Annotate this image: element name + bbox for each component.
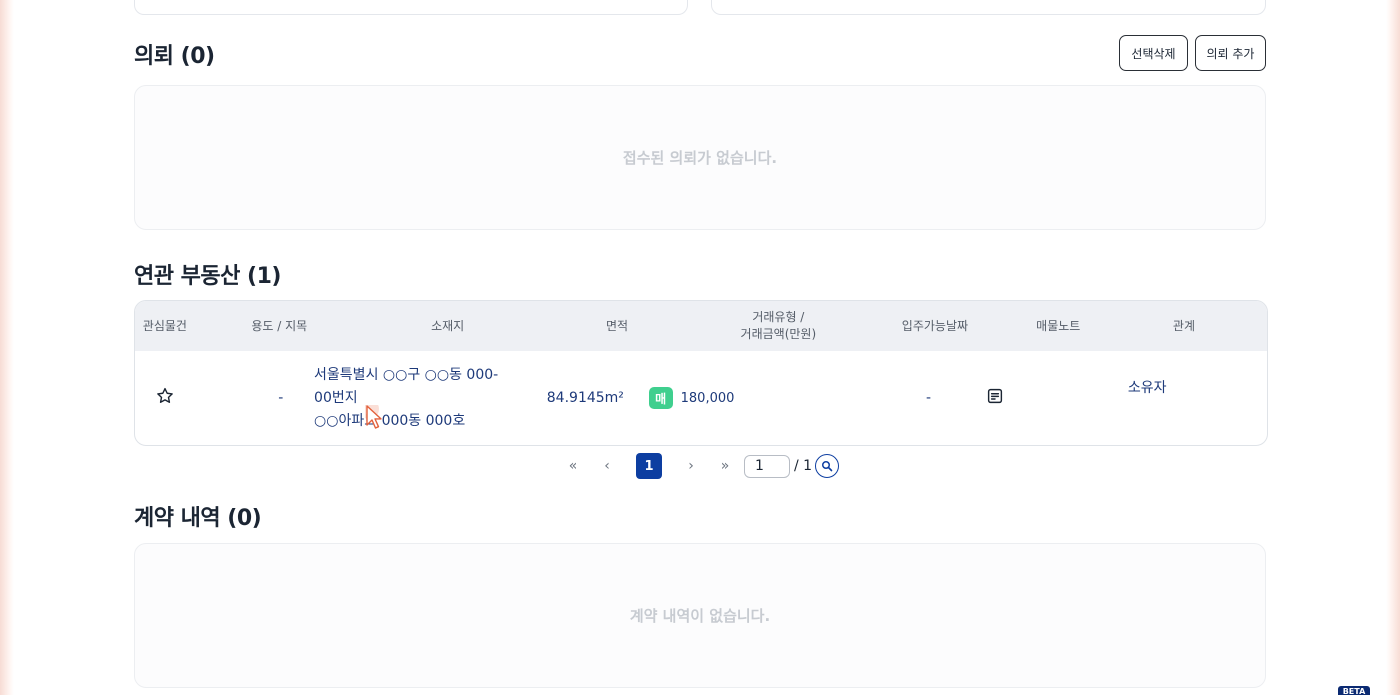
col-favorite: 관심물건 [142,318,187,333]
beta-badge: BETA [1338,686,1370,695]
first-page-button[interactable]: « [560,453,586,479]
search-icon[interactable] [815,454,840,478]
delete-selected-button[interactable]: 선택삭제 [1119,35,1188,71]
usage-cell: - [278,390,284,406]
contracts-empty-message: 계약 내역이 없습니다. [629,607,771,625]
address-line-1[interactable]: 서울특별시 ○○구 ○○동 000- [314,364,522,387]
page-total: / 1 [794,458,813,474]
address-line-3[interactable]: ○○아파트 000동 000호 [314,410,522,433]
page-number-input[interactable] [744,454,790,478]
top-card-right [711,0,1266,15]
col-note: 매물노트 [1036,318,1081,333]
table-header: 관심물건 용도 / 지목 소재지 면적 거래유형 / 거래금액(만원) 입주가능… [135,301,1267,351]
requests-title: 의뢰 (0) [134,44,215,69]
sale-type-badge: 매 [648,387,673,409]
trade-cell: 매 180,000 [648,387,848,409]
trade-price: 180,000 [680,390,735,406]
col-move-in: 입주가능날짜 [901,318,969,333]
page-edge-left [0,0,14,695]
related-properties-table: 관심물건 용도 / 지목 소재지 면적 거래유형 / 거래금액(만원) 입주가능… [134,300,1268,446]
contracts-title: 계약 내역 (0) [134,506,262,531]
contracts-empty-box: 계약 내역이 없습니다. [134,543,1266,688]
requests-empty-box: 접수된 의뢰가 없습니다. [134,85,1266,230]
col-usage: 용도 / 지목 [251,318,308,333]
pagination: « ‹ 1 › » / 1 [560,453,840,479]
col-location: 소재지 [431,318,465,333]
note-icon[interactable] [986,387,1004,405]
col-trade-line2: 거래금액(만원) [740,327,817,341]
last-page-button[interactable]: » [712,453,738,479]
top-card-left [134,0,688,15]
favorite-cell [135,386,195,410]
page-1-button[interactable]: 1 [636,453,662,479]
mouse-cursor-icon [359,399,385,437]
related-properties-title: 연관 부동산 (1) [134,264,281,289]
move-in-cell: - [926,390,932,406]
add-request-button[interactable]: 의뢰 추가 [1195,35,1266,71]
col-area: 면적 [605,318,629,333]
area-cell: 84.9145m² [546,390,624,406]
star-outline-icon[interactable] [155,386,175,406]
col-trade: 거래유형 / 거래금액(만원) [702,309,854,343]
prev-page-button[interactable]: ‹ [594,453,620,479]
relation-link[interactable]: 소유자 [1128,380,1167,396]
col-relation: 관계 [1172,318,1196,333]
table-row[interactable]: - 서울특별시 ○○구 ○○동 000- 00번지 ○○아파트 000동 000… [135,351,1267,445]
relation-cell: 소유자 [1027,380,1267,408]
note-cell [988,387,1027,409]
page-edge-right [1386,0,1400,695]
next-page-button[interactable]: › [678,453,704,479]
col-trade-line1: 거래유형 / [752,310,805,324]
requests-empty-message: 접수된 의뢰가 없습니다. [622,149,778,167]
